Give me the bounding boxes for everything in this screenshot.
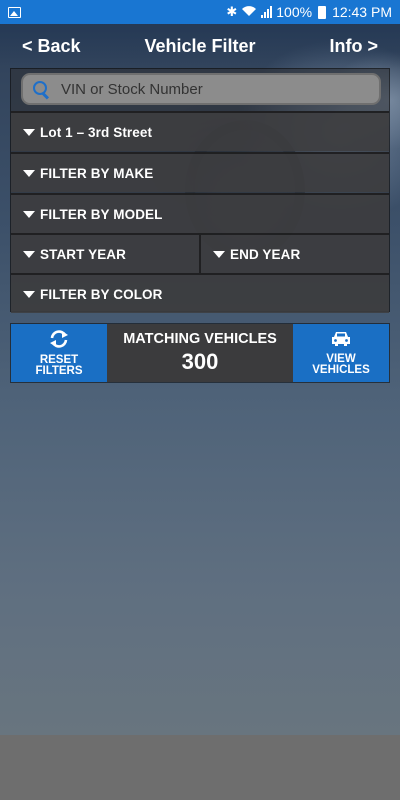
make-dropdown[interactable]: FILTER BY MAKE bbox=[11, 152, 389, 192]
triangle-down-icon bbox=[213, 250, 225, 258]
info-button[interactable]: Info > bbox=[330, 36, 379, 57]
triangle-down-icon bbox=[23, 250, 35, 258]
triangle-down-icon bbox=[23, 210, 35, 218]
filter-panel: Lot 1 – 3rd Street FILTER BY MAKE FILTER… bbox=[10, 68, 390, 313]
start-year-dropdown[interactable]: START YEAR bbox=[11, 233, 201, 273]
color-label: FILTER BY COLOR bbox=[40, 286, 163, 302]
make-label: FILTER BY MAKE bbox=[40, 165, 154, 181]
end-year-label: END YEAR bbox=[230, 246, 301, 262]
reset-filters-button[interactable]: RESET FILTERS bbox=[11, 324, 107, 382]
view-label-line2: VEHICLES bbox=[312, 363, 370, 376]
triangle-down-icon bbox=[23, 128, 35, 136]
search-input[interactable] bbox=[61, 80, 361, 98]
clock: 12:43 PM bbox=[332, 4, 392, 20]
action-bar: RESET FILTERS MATCHING VEHICLES 300 VIEW… bbox=[10, 323, 390, 383]
search-icon bbox=[33, 81, 49, 97]
search-bar[interactable] bbox=[21, 73, 381, 105]
matching-vehicles-label: MATCHING VEHICLES bbox=[123, 331, 277, 347]
bluetooth-icon: ✱ bbox=[226, 4, 238, 19]
battery-icon bbox=[318, 5, 327, 19]
view-label-line1: VIEW bbox=[326, 352, 356, 365]
status-bar: ✱ 100% 12:43 PM bbox=[0, 0, 400, 24]
matching-vehicles-count: 300 bbox=[181, 349, 219, 374]
model-label: FILTER BY MODEL bbox=[40, 206, 163, 222]
location-dropdown[interactable]: Lot 1 – 3rd Street bbox=[11, 111, 389, 151]
view-vehicles-button[interactable]: VIEW VEHICLES bbox=[293, 324, 389, 382]
bottom-bar bbox=[0, 735, 400, 800]
reset-label-line1: RESET bbox=[39, 353, 79, 366]
color-dropdown[interactable]: FILTER BY COLOR bbox=[11, 273, 389, 313]
image-icon bbox=[8, 6, 21, 18]
matching-vehicles-box: MATCHING VEHICLES 300 bbox=[107, 324, 293, 382]
location-label: Lot 1 – 3rd Street bbox=[40, 124, 153, 140]
back-button[interactable]: < Back bbox=[22, 36, 81, 57]
reset-label-line2: FILTERS bbox=[35, 364, 83, 377]
start-year-label: START YEAR bbox=[40, 246, 127, 262]
refresh-icon bbox=[49, 329, 69, 351]
battery-percent: 100% bbox=[276, 4, 313, 20]
triangle-down-icon bbox=[23, 169, 35, 177]
model-dropdown[interactable]: FILTER BY MODEL bbox=[11, 193, 389, 233]
car-icon bbox=[330, 331, 352, 350]
signal-icon bbox=[261, 6, 273, 18]
nav-bar: < Back Vehicle Filter Info > bbox=[0, 24, 400, 68]
triangle-down-icon bbox=[23, 290, 35, 298]
end-year-dropdown[interactable]: END YEAR bbox=[201, 233, 389, 273]
wifi-icon bbox=[241, 5, 257, 20]
